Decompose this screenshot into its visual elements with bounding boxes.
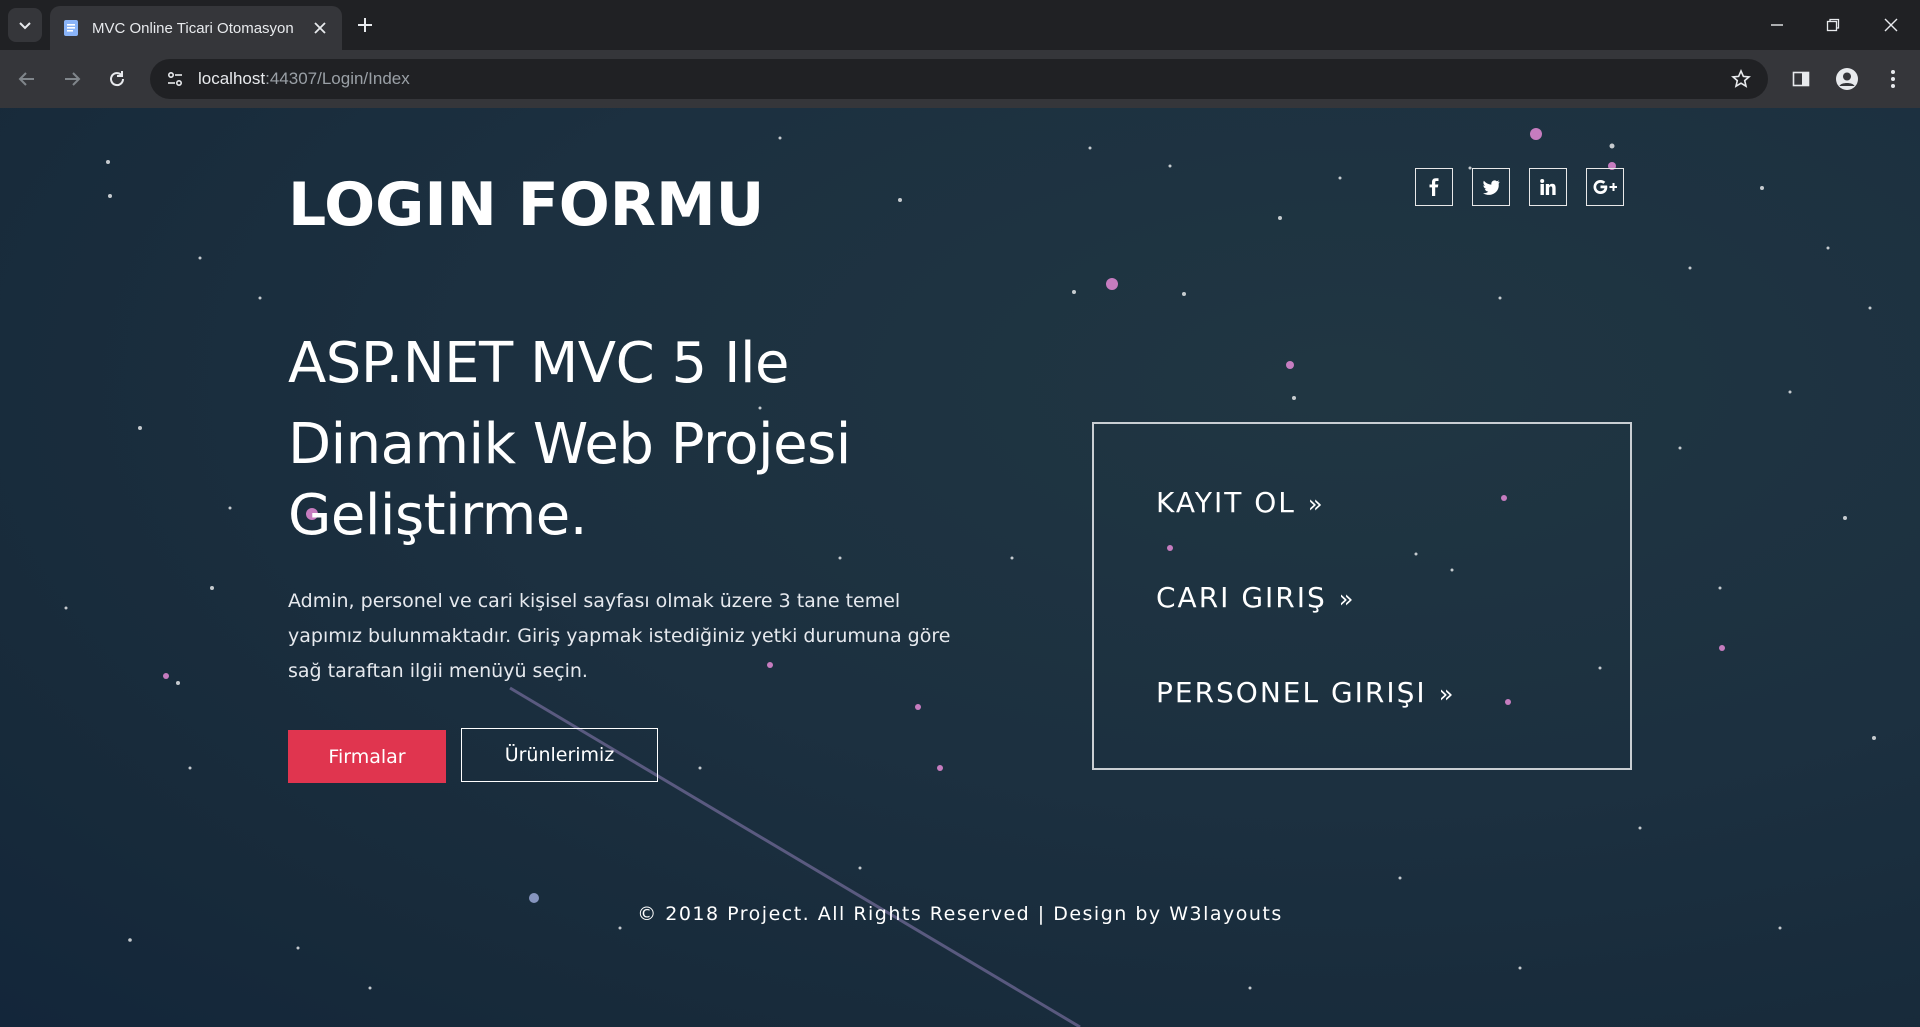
side-panel-icon[interactable]: [1788, 66, 1814, 92]
double-chevron-right-icon: »: [1307, 490, 1323, 518]
cari-giris-label: CARI GIRIŞ: [1156, 581, 1327, 614]
back-arrow-icon[interactable]: [14, 66, 40, 92]
tab-title: MVC Online Ticari Otomasyon: [92, 19, 294, 37]
reload-icon[interactable]: [104, 66, 130, 92]
footer-copyright: © 2018 Project. All Rights Reserved | De…: [637, 903, 1283, 925]
linkedin-icon[interactable]: [1529, 168, 1567, 206]
hero-title-line2: Dinamik Web Projesi: [288, 412, 851, 477]
hero-title-line1: ASP.NET MVC 5 Ile: [288, 331, 789, 396]
hero-title-line3: Geliştirme.: [288, 483, 588, 548]
kebab-menu-icon[interactable]: [1880, 66, 1906, 92]
login-page: LOGIN FORMU ASP.NET MVC 5 Ile Dinamik We…: [0, 108, 1920, 1027]
logo-title[interactable]: LOGIN FORMU: [288, 170, 764, 240]
kayit-ol-label: KAYIT OL: [1156, 486, 1296, 519]
personel-girisi-label: PERSONEL GIRIŞI: [1156, 676, 1427, 709]
address-bar[interactable]: localhost:44307/Login/Index: [150, 59, 1768, 99]
plus-icon[interactable]: [352, 12, 378, 38]
starfield-background: [64, 128, 1876, 1027]
urunlerimiz-button[interactable]: Ürünlerimiz: [461, 728, 658, 782]
cari-giris-link[interactable]: CARI GIRIŞ »: [1156, 581, 1353, 614]
url-host: localhost: [198, 69, 266, 88]
forward-arrow-icon[interactable]: [59, 66, 85, 92]
star-icon[interactable]: [1728, 66, 1754, 92]
hero-title: ASP.NET MVC 5 Ile Dinamik Web Projesi Ge…: [288, 323, 928, 556]
tab-search-icon[interactable]: [8, 8, 42, 42]
personel-girisi-link[interactable]: PERSONEL GIRIŞI »: [1156, 676, 1453, 709]
page-favicon-icon: [62, 19, 80, 37]
double-chevron-right-icon: »: [1338, 585, 1354, 613]
restore-icon[interactable]: [1820, 12, 1846, 38]
browser-tabstrip: MVC Online Ticari Otomasyon: [0, 0, 1920, 50]
minimize-icon[interactable]: [1764, 12, 1790, 38]
profile-icon[interactable]: [1834, 66, 1860, 92]
close-icon[interactable]: [308, 16, 332, 40]
google-plus-icon[interactable]: [1586, 168, 1624, 206]
double-chevron-right-icon: »: [1438, 680, 1454, 708]
twitter-icon[interactable]: [1472, 168, 1510, 206]
url-text[interactable]: localhost:44307/Login/Index: [198, 69, 410, 89]
firmalar-button[interactable]: Firmalar: [288, 730, 446, 783]
kayit-ol-link[interactable]: KAYIT OL »: [1156, 486, 1323, 519]
facebook-icon[interactable]: [1415, 168, 1453, 206]
url-path: :44307/Login/Index: [265, 69, 410, 88]
login-menu-box: KAYIT OL » CARI GIRIŞ » PERSONEL GIRIŞI »: [1092, 422, 1632, 770]
hero-description: Admin, personel ve cari kişisel sayfası …: [288, 590, 951, 682]
browser-toolbar: localhost:44307/Login/Index: [0, 50, 1920, 108]
window-close-icon[interactable]: [1878, 12, 1904, 38]
site-info-icon[interactable]: [162, 66, 188, 92]
active-tab[interactable]: MVC Online Ticari Otomasyon: [50, 6, 342, 50]
